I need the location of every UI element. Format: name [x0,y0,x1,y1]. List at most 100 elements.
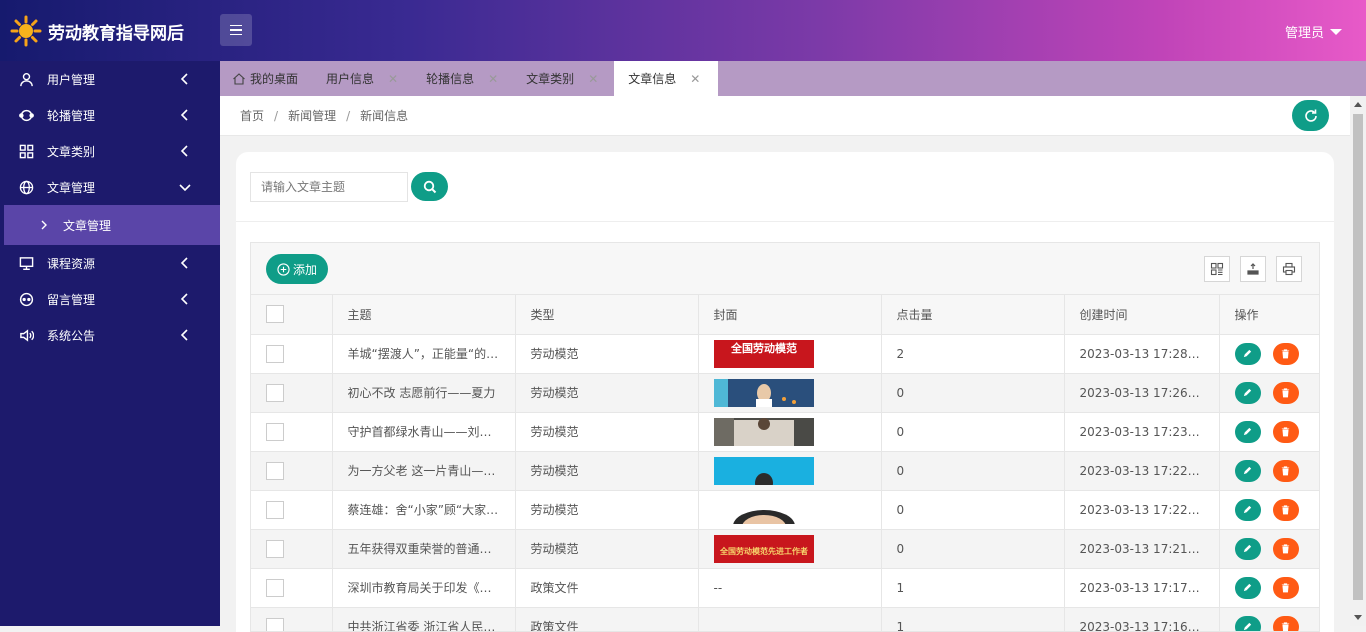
pencil-icon [1242,465,1253,476]
cover-image[interactable]: 全国劳动模范先进工作者 [714,535,814,563]
clicks-cell: 0 [881,529,1064,568]
cover-image-text: 全国劳动模范先进工作者 [719,546,808,556]
time-cell: 2023-03-13 17:26:36 [1064,373,1219,412]
time-cell: 2023-03-13 17:22:03 [1064,490,1219,529]
vertical-scrollbar[interactable] [1350,96,1366,626]
trash-icon [1280,582,1291,593]
delete-button[interactable] [1273,577,1299,599]
edit-button[interactable] [1235,460,1261,482]
search-input[interactable] [250,172,408,202]
pencil-icon [1242,582,1253,593]
sidebar-item-carousel[interactable]: 轮播管理 [0,97,220,133]
scrollbar-thumb[interactable] [1353,114,1363,600]
delete-button[interactable] [1273,499,1299,521]
column-header[interactable]: 点击量 [881,295,1064,334]
scroll-up-icon[interactable] [1354,102,1362,107]
breadcrumb-home[interactable]: 首页 [240,107,264,124]
delete-button[interactable] [1273,460,1299,482]
cover-image[interactable] [714,496,814,524]
edit-button[interactable] [1235,421,1261,443]
pencil-icon [1242,621,1253,632]
sidebar-item-messages[interactable]: 留言管理 [0,281,220,317]
time-cell: 2023-03-13 17:17:48 [1064,568,1219,607]
sidebar-item-articles[interactable]: 文章管理 [0,169,220,205]
sidebar-item-categories[interactable]: 文章类别 [0,133,220,169]
row-checkbox[interactable] [266,462,284,480]
delete-button[interactable] [1273,382,1299,404]
row-checkbox[interactable] [266,579,284,597]
row-checkbox[interactable] [266,501,284,519]
menu-toggle-button[interactable] [220,14,252,46]
search-bar [236,152,1334,222]
row-checkbox[interactable] [266,384,284,402]
tab-desktop[interactable]: 我的桌面 [220,61,314,96]
close-icon[interactable]: ✕ [388,72,398,86]
tab-article-info[interactable]: 文章信息 ✕ [614,61,718,96]
title-cell: 五年获得双重荣誉的普通… [332,529,515,568]
edit-button[interactable] [1235,343,1261,365]
edit-button[interactable] [1235,577,1261,599]
column-header[interactable]: 主题 [332,295,515,334]
tab-article-category[interactable]: 文章类别 ✕ [514,61,614,96]
row-checkbox[interactable] [266,423,284,441]
search-button[interactable] [411,172,448,201]
title-cell: 深圳市教育局关于印发《… [332,568,515,607]
cover-image[interactable]: 全国劳动模范 [714,340,814,368]
select-all-checkbox[interactable] [266,305,284,323]
delete-button[interactable] [1273,538,1299,560]
table-row: 中共浙江省委 浙江省人民… 政策文件 1 2023-03-13 17:16:49 [251,607,1320,632]
add-button[interactable]: 添加 [266,254,328,284]
column-header[interactable]: 封面 [698,295,881,334]
cover-cell [698,490,881,529]
refresh-button[interactable] [1292,100,1329,131]
export-icon [1246,262,1260,276]
logo[interactable]: 劳动教育指导网后 [10,14,184,48]
edit-button[interactable] [1235,616,1261,632]
edit-button[interactable] [1235,499,1261,521]
pencil-icon [1242,504,1253,515]
row-checkbox[interactable] [266,618,284,632]
tab-bar: 我的桌面 用户信息 ✕ 轮播信息 ✕ 文章类别 ✕ 文章信息 ✕ [220,61,1366,96]
delete-button[interactable] [1273,343,1299,365]
print-button[interactable] [1276,256,1302,282]
cover-image[interactable] [714,379,814,407]
delete-button[interactable] [1273,421,1299,443]
title-cell: 羊城“摆渡人”，正能量“的… [332,334,515,373]
edit-button[interactable] [1235,538,1261,560]
sidebar-item-users[interactable]: 用户管理 [0,61,220,97]
tab-carousel-info[interactable]: 轮播信息 ✕ [414,61,514,96]
column-header[interactable]: 创建时间 [1064,295,1219,334]
cover-image[interactable] [714,457,814,485]
chevron-left-icon [178,292,192,306]
add-button-label: 添加 [293,261,317,278]
row-checkbox[interactable] [266,345,284,363]
trash-icon [1280,543,1291,554]
table-row: 初心不改 志愿前行——夏力 劳动模范 0 2023-03-13 17:26:36 [251,373,1320,412]
type-cell: 劳动模范 [515,412,698,451]
close-icon[interactable]: ✕ [588,72,598,86]
sidebar-item-courses[interactable]: 课程资源 [0,245,220,281]
plus-circle-icon [277,263,290,276]
columns-filter-button[interactable] [1204,256,1230,282]
delete-button[interactable] [1273,616,1299,632]
close-icon[interactable]: ✕ [690,72,700,86]
cover-image[interactable] [714,418,814,446]
type-cell: 劳动模范 [515,490,698,529]
row-checkbox[interactable] [266,540,284,558]
close-icon[interactable]: ✕ [488,72,498,86]
user-menu[interactable]: 管理员 [1285,22,1342,41]
tab-user-info[interactable]: 用户信息 ✕ [314,61,414,96]
sidebar-item-announcements[interactable]: 系统公告 [0,317,220,353]
scroll-down-icon[interactable] [1354,615,1362,620]
tab-label: 我的桌面 [250,70,298,87]
tab-label: 用户信息 [326,70,374,87]
column-header[interactable]: 类型 [515,295,698,334]
export-button[interactable] [1240,256,1266,282]
sidebar-subitem-article-management[interactable]: 文章管理 [4,205,220,245]
pencil-icon [1242,348,1253,359]
edit-button[interactable] [1235,382,1261,404]
tab-label: 文章类别 [526,70,574,87]
home-icon [232,72,246,86]
cover-cell: 全国劳动模范先进工作者 [698,529,881,568]
breadcrumb-news[interactable]: 新闻管理 [288,107,336,124]
